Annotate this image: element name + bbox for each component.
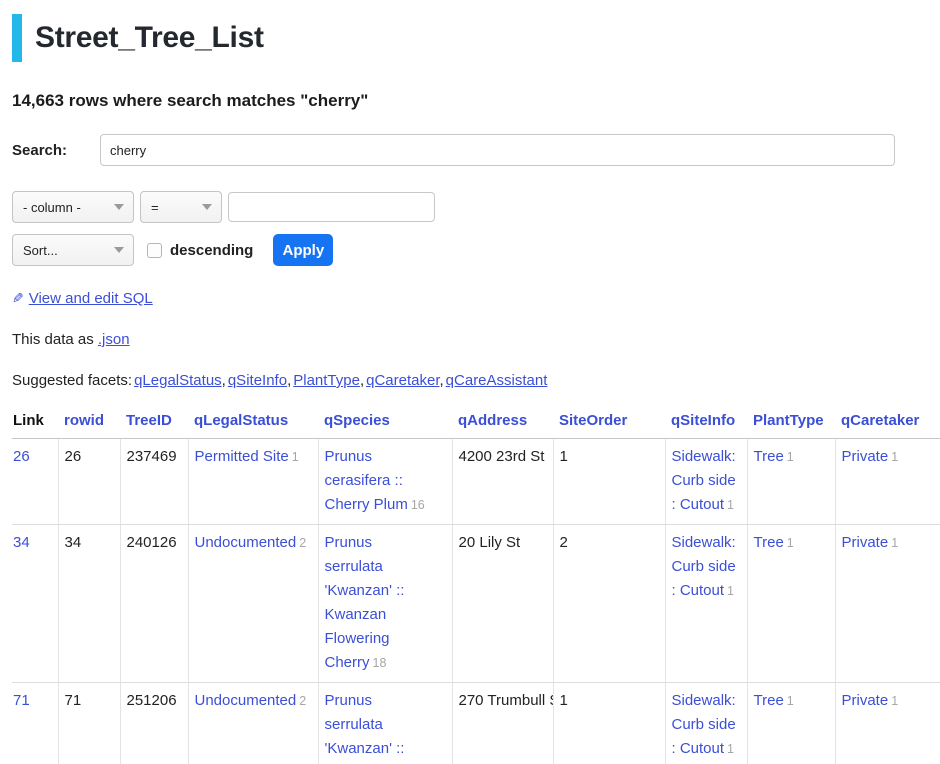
cell-plant-type-link[interactable]: Tree [754,448,784,465]
data-export-line: This data as .json [12,331,940,348]
filter-row: - column - = [12,191,940,223]
cell-treeid: 240126 [120,525,188,683]
descending-label: descending [170,242,253,259]
facet-count: 1 [787,450,794,464]
table-header-row: Link rowid TreeID qLegalStatus qSpecies … [12,410,940,439]
cell-address: 20 Lily St [452,525,553,683]
column-header-rowid[interactable]: rowid [64,412,104,429]
cell-caretaker-link[interactable]: Private [842,534,889,551]
data-as-prefix: This data as [12,331,94,348]
row-link[interactable]: 71 [13,692,30,709]
cell-address: 270 Trumbull St [452,683,553,764]
cell-caretaker-link[interactable]: Private [842,692,889,709]
results-table: Link rowid TreeID qLegalStatus qSpecies … [12,410,940,764]
facet-count: 1 [787,536,794,550]
search-row: Search: [12,134,940,166]
column-header-qsiteinfo[interactable]: qSiteInfo [671,412,735,429]
column-header-siteorder[interactable]: SiteOrder [559,412,627,429]
facet-link-qcareassistant[interactable]: qCareAssistant [446,372,548,389]
facet-count: 1 [727,584,734,598]
cell-species-link[interactable]: Prunus serrulata 'Kwanzan' :: Kwanzan Fl… [325,692,405,764]
column-header-treeid[interactable]: TreeID [126,412,172,429]
page: Street_Tree_List 14,663 rows where searc… [0,0,940,764]
facet-count: 1 [787,694,794,708]
page-title: Street_Tree_List [35,21,264,55]
table-row: 71 71 251206 Undocumented2 Prunus serrul… [12,683,940,764]
json-link[interactable]: .json [98,331,130,348]
cell-rowid: 26 [58,439,120,525]
table-row: 26 26 237469 Permitted Site1 Prunus cera… [12,439,940,525]
cell-plant-type-link[interactable]: Tree [754,692,784,709]
cell-plant-type-link[interactable]: Tree [754,534,784,551]
table-row: 34 34 240126 Undocumented2 Prunus serrul… [12,525,940,683]
facet-count: 2 [299,536,306,550]
row-link[interactable]: 26 [13,448,30,465]
column-header-qaddress[interactable]: qAddress [458,412,527,429]
cell-treeid: 251206 [120,683,188,764]
column-header-qcaretaker[interactable]: qCaretaker [841,412,919,429]
facet-count: 1 [891,694,898,708]
cell-legal-status-link[interactable]: Undocumented [195,534,297,551]
search-label: Search: [12,142,100,159]
filter-value-input[interactable] [228,192,435,222]
pencil-icon: ✎ [12,290,24,307]
row-link[interactable]: 34 [13,534,30,551]
chevron-down-icon [202,204,212,210]
facet-count: 2 [299,694,306,708]
accent-bar [12,14,22,62]
suggested-facets-line: Suggested facets:qLegalStatus,qSiteInfo,… [12,372,940,389]
column-header-qspecies[interactable]: qSpecies [324,412,390,429]
cell-site-order: 2 [553,525,665,683]
cell-rowid: 71 [58,683,120,764]
row-count-summary: 14,663 rows where search matches "cherry… [12,91,940,111]
chevron-down-icon [114,204,124,210]
cell-rowid: 34 [58,525,120,683]
facet-link-qsiteinfo[interactable]: qSiteInfo [228,372,287,389]
cell-site-order: 1 [553,683,665,764]
column-select-value: - column - [23,200,81,215]
cell-legal-status-link[interactable]: Permitted Site [195,448,289,465]
operator-select-value: = [151,200,159,215]
facet-count: 16 [411,498,425,512]
cell-species-link[interactable]: Prunus serrulata 'Kwanzan' :: Kwanzan Fl… [325,534,405,671]
facet-count: 1 [727,498,734,512]
cell-site-order: 1 [553,439,665,525]
facets-prefix: Suggested facets: [12,372,132,389]
facet-count: 1 [727,742,734,756]
view-edit-sql-link[interactable]: View and edit SQL [29,290,153,307]
sort-row: Sort... descending Apply [12,234,940,266]
column-header-link: Link [12,410,58,439]
sql-line: ✎ View and edit SQL [12,290,940,307]
titlebar: Street_Tree_List [12,14,940,62]
facet-count: 1 [891,536,898,550]
facet-link-planttype[interactable]: PlantType [293,372,360,389]
cell-legal-status-link[interactable]: Undocumented [195,692,297,709]
column-header-planttype[interactable]: PlantType [753,412,824,429]
facet-count: 1 [292,450,299,464]
operator-select[interactable]: = [140,191,222,223]
chevron-down-icon [114,247,124,253]
facet-count: 1 [891,450,898,464]
descending-checkbox[interactable] [147,243,162,258]
cell-species-link[interactable]: Prunus cerasifera :: Cherry Plum [325,448,408,513]
facet-link-qcaretaker[interactable]: qCaretaker [366,372,439,389]
cell-treeid: 237469 [120,439,188,525]
apply-button[interactable]: Apply [273,234,333,266]
cell-caretaker-link[interactable]: Private [842,448,889,465]
sort-select[interactable]: Sort... [12,234,134,266]
column-header-qlegalstatus[interactable]: qLegalStatus [194,412,288,429]
facet-count: 18 [373,656,387,670]
facet-link-qlegalstatus[interactable]: qLegalStatus [134,372,222,389]
search-input[interactable] [100,134,895,166]
sort-select-value: Sort... [23,243,58,258]
column-select[interactable]: - column - [12,191,134,223]
cell-address: 4200 23rd St [452,439,553,525]
